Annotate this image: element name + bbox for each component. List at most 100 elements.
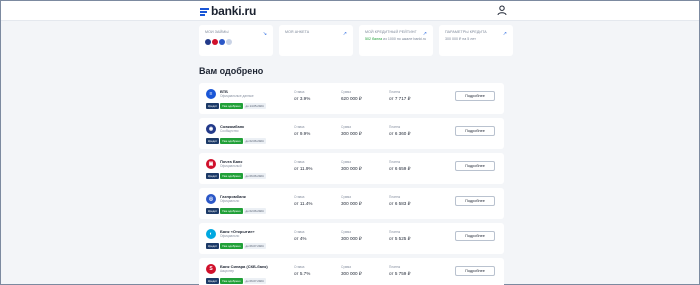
payment-label: Платеж (389, 195, 401, 199)
sum-label: Сумма (341, 90, 352, 94)
credit-tag: Кредит (206, 278, 220, 284)
offer-tags: Кредит Уже одобрено до 14.05.2024 (206, 103, 266, 109)
approved-tag: Уже одобрено (220, 278, 243, 284)
sum-value: 300 000 ₽ (341, 166, 362, 171)
sum-label: Сумма (341, 160, 352, 164)
arrow-icon: ↗ (422, 31, 427, 37)
rate-column: Ставка от 3.9% (294, 90, 310, 101)
payment-value: от 7 717 ₽ (389, 96, 411, 101)
summary-tiles: Мои займы ↘ Моя анкета ↗ Мой кредитный р… (199, 25, 513, 56)
offer-card[interactable]: ◎ Газпромбанк Официально Кредит Уже одоб… (199, 188, 504, 219)
payment-column: Платеж от 6 360 ₽ (389, 125, 411, 137)
rate-label: Ставка (294, 160, 305, 164)
offer-card[interactable]: ◉ Совкомбанк Сообщество Кредит Уже одобр… (199, 118, 504, 149)
tile-subtitle: 300 000 ₽ на 5 лет (445, 37, 476, 41)
rate-label: Ставка (294, 195, 305, 199)
bank-logo-icon: ▣ (206, 159, 216, 169)
rate-column: Ставка от 5.7% (294, 265, 310, 276)
bank-subtitle: Официальные данные (220, 94, 254, 98)
payment-column: Платеж от 6 583 ₽ (389, 195, 411, 207)
user-icon[interactable] (497, 5, 507, 16)
credit-tag: Кредит (206, 243, 220, 249)
sum-value: 620 000 ₽ (341, 96, 362, 101)
arrow-icon: ↗ (502, 31, 507, 37)
offer-tags: Кредит Уже одобрено до 06.07.2024 (206, 278, 266, 284)
top-bar: banki.ru (1, 1, 699, 21)
offer-tags: Кредит Уже одобрено до 02.06.2024 (206, 138, 266, 144)
payment-value: от 6 583 ₽ (389, 201, 411, 206)
approved-tag: Уже одобрено (220, 208, 243, 214)
date-tag: до 06.06.2024 (243, 173, 266, 179)
bank-dot-icon (205, 39, 211, 45)
sum-value: 300 000 ₽ (341, 131, 362, 136)
date-tag: до 02.06.2024 (243, 138, 266, 144)
payment-column: Платеж от 5 759 ₽ (389, 265, 411, 277)
payment-value: от 5 759 ₽ (389, 271, 411, 276)
tile-title: Параметры кредита (445, 30, 487, 34)
payment-value: от 5 525 ₽ (389, 236, 411, 241)
rate-value: от 11.9% (294, 166, 313, 171)
approved-tag: Уже одобрено (220, 103, 243, 109)
tile-my-profile[interactable]: Моя анкета ↗ (279, 25, 353, 56)
details-button[interactable]: Подробнее (455, 126, 495, 136)
offer-card[interactable]: ≡ ВТБ Официальные данные Кредит Уже одоб… (199, 83, 504, 114)
sum-label: Сумма (341, 265, 352, 269)
rating-scale: из 1000 по шкале banki.ru (383, 37, 427, 41)
sum-value: 300 000 ₽ (341, 236, 362, 241)
bank-dot-icon (219, 39, 225, 45)
payment-column: Платеж от 6 659 ₽ (389, 160, 411, 172)
payment-label: Платеж (389, 230, 401, 234)
rate-value: от 4% (294, 236, 307, 241)
logo-mark-icon (200, 7, 209, 16)
rate-value: от 3.9% (294, 96, 311, 101)
offer-card[interactable]: S Банк Синара (СКБ-банк) Акционер Кредит… (199, 258, 504, 285)
rate-column: Ставка от 4% (294, 230, 306, 241)
details-button[interactable]: Подробнее (455, 231, 495, 241)
bank-dot-icon (226, 39, 232, 45)
date-tag: до 06.07.2024 (243, 278, 266, 284)
details-button[interactable]: Подробнее (455, 161, 495, 171)
site-logo[interactable]: banki.ru (200, 4, 256, 18)
tile-subtitle: 502 балла из 1000 по шкале banki.ru (365, 37, 429, 41)
sum-label: Сумма (341, 125, 352, 129)
rating-score: 502 балла (365, 37, 383, 41)
offer-list: ≡ ВТБ Официальные данные Кредит Уже одоб… (199, 83, 504, 285)
tile-credit-rating[interactable]: Мой кредитный рейтинг 502 балла из 1000 … (359, 25, 433, 56)
sum-value: 300 000 ₽ (341, 201, 362, 206)
bank-subtitle: Официальный (220, 164, 242, 168)
rate-value: от 9.9% (294, 131, 311, 136)
credit-tag: Кредит (206, 173, 220, 179)
tile-title: Мои займы (205, 30, 229, 34)
offer-card[interactable]: ▣ Почта Банк Официальный Кредит Уже одоб… (199, 153, 504, 184)
rate-column: Ставка от 11.4% (294, 195, 313, 206)
offer-tags: Кредит Уже одобрено до 02.06.2024 (206, 208, 266, 214)
arrow-icon: ↗ (342, 31, 347, 37)
payment-label: Платеж (389, 90, 401, 94)
details-button[interactable]: Подробнее (455, 91, 495, 101)
offer-card[interactable]: ◐ Банк «Открытие» Официально Кредит Уже … (199, 223, 504, 254)
bank-subtitle: Официально (220, 199, 240, 203)
approved-tag: Уже одобрено (220, 173, 243, 179)
offer-tags: Кредит Уже одобрено до 06.07.2024 (206, 243, 266, 249)
logo-text: banki.ru (211, 4, 257, 18)
approved-tag: Уже одобрено (220, 243, 243, 249)
sum-column: Сумма 300 000 ₽ (341, 125, 362, 137)
tile-my-loans[interactable]: Мои займы ↘ (199, 25, 273, 56)
rate-value: от 11.4% (294, 201, 313, 206)
payment-column: Платеж от 7 717 ₽ (389, 90, 411, 102)
sum-value: 300 000 ₽ (341, 271, 362, 276)
rate-label: Ставка (294, 230, 305, 234)
tile-credit-params[interactable]: Параметры кредита 300 000 ₽ на 5 лет ↗ (439, 25, 513, 56)
sum-column: Сумма 620 000 ₽ (341, 90, 362, 102)
rate-label: Ставка (294, 265, 305, 269)
bank-subtitle: Акционер (220, 269, 235, 273)
details-button[interactable]: Подробнее (455, 196, 495, 206)
details-button[interactable]: Подробнее (455, 266, 495, 276)
tile-title: Мой кредитный рейтинг (365, 30, 417, 34)
rate-value: от 5.7% (294, 271, 311, 276)
bank-subtitle: Официально (220, 234, 240, 238)
payment-column: Платеж от 5 525 ₽ (389, 230, 411, 242)
sum-column: Сумма 300 000 ₽ (341, 160, 362, 172)
sum-column: Сумма 300 000 ₽ (341, 230, 362, 242)
credit-tag: Кредит (206, 138, 220, 144)
